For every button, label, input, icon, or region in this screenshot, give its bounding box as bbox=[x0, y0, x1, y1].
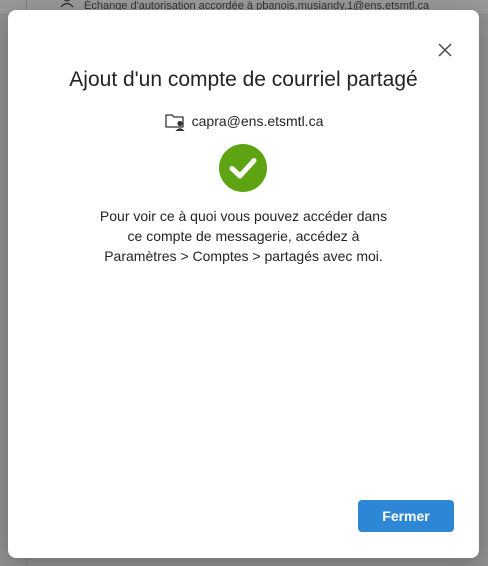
close-icon bbox=[438, 43, 452, 57]
close-button[interactable] bbox=[435, 40, 455, 60]
checkmark-circle-icon bbox=[219, 144, 267, 192]
message-line: ce compte de messagerie, accédez à bbox=[127, 228, 360, 244]
dialog-title: Ajout d'un compte de courriel partagé bbox=[69, 68, 418, 91]
shared-folder-person-icon bbox=[164, 110, 186, 132]
message-line: Paramètres > Comptes > partagés avec moi… bbox=[104, 248, 383, 264]
account-row: capra@ens.etsmtl.ca bbox=[8, 110, 479, 132]
fermer-button[interactable]: Fermer bbox=[358, 500, 454, 532]
account-email: capra@ens.etsmtl.ca bbox=[191, 113, 324, 129]
info-message: Pour voir ce à quoi vous pouvez accéder … bbox=[68, 206, 419, 266]
shared-mailbox-dialog: Ajout d'un compte de courriel partagé ca… bbox=[8, 10, 479, 558]
message-line: Pour voir ce à quoi vous pouvez accéder … bbox=[99, 208, 388, 224]
